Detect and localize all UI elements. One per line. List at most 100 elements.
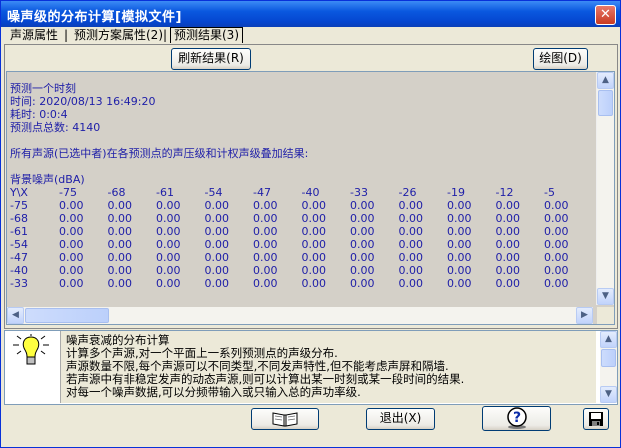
vertical-scrollbar[interactable]: ▲ ▼	[596, 72, 614, 305]
info-line: 对每一个噪声数据,可以分频带输入或只输入总的声功率级.	[66, 385, 361, 399]
result-line: 背景噪声(dBA)	[10, 173, 85, 186]
grid-cell: 0.00	[350, 212, 375, 225]
exit-button[interactable]: 退出(X)	[366, 408, 435, 430]
scroll-left-button[interactable]: ◀	[7, 307, 24, 324]
grid-column-header: -12	[495, 186, 514, 199]
grid-cell: 0.00	[350, 199, 375, 212]
result-line: 所有声源(已选中者)在各预测点的声压级和计权声级叠加结果:	[10, 147, 309, 160]
grid-cell: 0.00	[204, 199, 230, 212]
result-line: 时间: 2020/08/13 16:49:20	[10, 95, 156, 108]
grid-cell: 0.00	[544, 199, 569, 212]
plot-button[interactable]: 绘图(D)	[533, 48, 588, 70]
grid-cell: 0.00	[593, 225, 594, 238]
result-text-area[interactable]: 预测一个时刻 时间: 2020/08/13 16:49:20 耗时: 0:0:4 预测…	[6, 71, 615, 325]
grid-column-header: 2	[593, 186, 594, 199]
grid-column-header: -75	[59, 186, 77, 199]
grid-cell: 0.00	[544, 238, 569, 251]
tab-results[interactable]: 预测结果(3)	[170, 27, 243, 43]
grid-cell: 0.00	[593, 212, 594, 225]
grid-cell: 0.00	[204, 238, 230, 251]
horizontal-scroll-thumb[interactable]	[25, 308, 109, 323]
grid-cell: 0.00	[495, 264, 521, 277]
grid-cell: 0.00	[447, 199, 472, 212]
grid-cell: 0.00	[447, 277, 472, 290]
grid-row-header: -61	[10, 225, 28, 238]
tab-source-properties[interactable]: 声源属性	[10, 28, 58, 43]
grid-cell: 0.00	[447, 212, 472, 225]
grid-cell: 0.00	[593, 277, 594, 290]
grid-cell: 0.00	[398, 199, 424, 212]
close-button[interactable]: ✕	[595, 5, 616, 25]
grid-corner-label: Y\X	[10, 186, 28, 199]
grid-cell: 0.00	[398, 212, 424, 225]
grid-cell: 0.00	[544, 212, 569, 225]
tab-separator: |	[64, 28, 69, 42]
result-content: 预测一个时刻 时间: 2020/08/13 16:49:20 耗时: 0:0:4 预测…	[7, 72, 593, 305]
refresh-button[interactable]: 刷新结果(R)	[171, 48, 251, 70]
grid-cell: 0.00	[398, 225, 424, 238]
grid-cell: 0.00	[156, 199, 181, 212]
grid-cell: 0.00	[204, 212, 230, 225]
tab-bar: 声源属性 | 预测方案属性(2) | 预测结果(3)	[4, 27, 616, 44]
info-scroll-down-button[interactable]: ▼	[600, 386, 617, 403]
info-panel: 噪声衰减的分布计算 计算多个声源,对一个平面上一系列预测点的声级分布. 声源数量不限…	[4, 330, 618, 405]
grid-cell: 0.00	[253, 277, 278, 290]
grid-cell: 0.00	[593, 251, 594, 264]
help-icon: ?	[506, 407, 527, 429]
scrollbar-corner	[597, 307, 614, 324]
grid-cell: 0.00	[398, 264, 424, 277]
grid-cell: 0.00	[204, 225, 230, 238]
grid-cell: 0.00	[204, 277, 230, 290]
grid-cell: 0.00	[544, 277, 569, 290]
grid-row-header: -47	[10, 251, 28, 264]
grid-column-header: -33	[350, 186, 368, 199]
grid-cell: 0.00	[350, 251, 375, 264]
grid-cell: 0.00	[107, 225, 133, 238]
grid-cell: 0.00	[593, 264, 594, 277]
grid-cell: 0.00	[301, 238, 327, 251]
grid-column-header: -54	[204, 186, 223, 199]
grid-cell: 0.00	[107, 277, 133, 290]
title-bar[interactable]: 噪声级的分布计算[模拟文件] ✕	[1, 1, 620, 27]
book-icon	[272, 412, 298, 427]
grid-cell: 0.00	[253, 212, 278, 225]
scroll-down-button[interactable]: ▼	[597, 288, 614, 305]
grid-cell: 0.00	[350, 225, 375, 238]
grid-cell: 0.00	[447, 225, 472, 238]
grid-cell: 0.00	[447, 251, 472, 264]
grid-column-header: -19	[447, 186, 465, 199]
grid-row-header: -68	[10, 212, 28, 225]
grid-cell: 0.00	[59, 251, 84, 264]
grid-cell: 0.00	[301, 264, 327, 277]
info-scroll-thumb[interactable]	[601, 349, 616, 367]
tab-scheme-properties[interactable]: 预测方案属性(2)	[74, 28, 163, 43]
grid-cell: 0.00	[301, 199, 327, 212]
manual-button[interactable]	[251, 408, 319, 430]
grid-cell: 0.00	[398, 238, 424, 251]
result-line: 耗时: 0:0:4	[10, 108, 68, 121]
save-button[interactable]	[583, 408, 609, 430]
info-vertical-scrollbar[interactable]: ▲ ▼	[600, 331, 617, 403]
info-scroll-up-button[interactable]: ▲	[600, 331, 617, 348]
grid-cell: 0.00	[156, 225, 181, 238]
help-button[interactable]: ?	[482, 406, 551, 431]
grid-row-header: -54	[10, 238, 28, 251]
result-line: 预测一个时刻	[10, 82, 76, 95]
scroll-up-button[interactable]: ▲	[597, 72, 614, 89]
info-text: 噪声衰减的分布计算 计算多个声源,对一个平面上一系列预测点的声级分布. 声源数量不限…	[60, 331, 596, 403]
grid-column-header: -61	[156, 186, 174, 199]
lightbulb-icon	[13, 334, 49, 365]
grid-cell: 0.00	[59, 199, 84, 212]
grid-cell: 0.00	[156, 277, 181, 290]
grid-cell: 0.00	[495, 212, 521, 225]
scroll-right-button[interactable]: ▶	[576, 307, 593, 324]
grid-cell: 0.00	[156, 251, 181, 264]
grid-cell: 0.00	[350, 264, 375, 277]
grid-cell: 0.00	[59, 238, 84, 251]
vertical-scroll-thumb[interactable]	[598, 90, 613, 116]
horizontal-scrollbar[interactable]: ◀ ▶	[7, 307, 593, 324]
grid-cell: 0.00	[107, 264, 133, 277]
grid-cell: 0.00	[593, 238, 594, 251]
grid-cell: 0.00	[495, 199, 521, 212]
grid-cell: 0.00	[301, 277, 327, 290]
